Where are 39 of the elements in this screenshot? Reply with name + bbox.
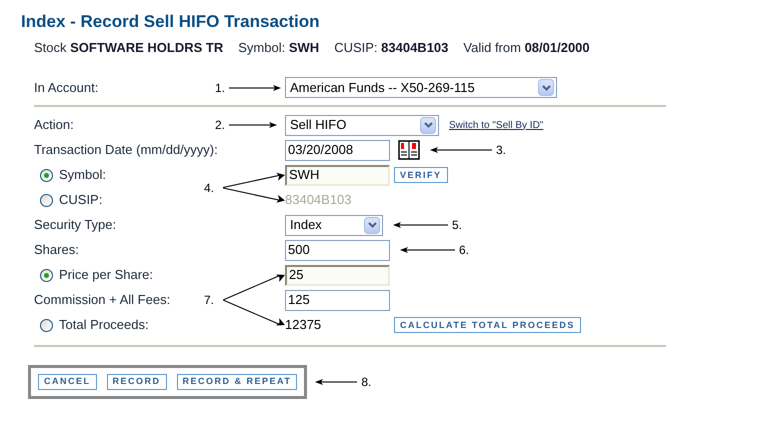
switch-link[interactable]: Switch to "Sell By ID" xyxy=(449,118,544,132)
callout-number: 4. xyxy=(204,180,214,196)
input-field[interactable]: SWH xyxy=(285,164,390,186)
callout-number: 1. xyxy=(215,80,226,96)
callout-number: 7. xyxy=(204,292,214,309)
field-label: CUSIP: xyxy=(59,191,102,210)
action-button[interactable]: RECORD & REPEAT xyxy=(176,374,298,390)
field-label: Action: xyxy=(34,116,74,134)
callout-number: 6. xyxy=(459,242,470,259)
field-label: Total Proceeds: xyxy=(59,316,149,334)
callout-number: 8. xyxy=(361,374,372,390)
callout-number: 2. xyxy=(214,117,225,134)
field-label: Shares: xyxy=(34,241,79,260)
field-label: Security Type: xyxy=(34,216,116,234)
field-label: Symbol: xyxy=(59,166,106,184)
callout-number: 5. xyxy=(452,217,462,234)
stock-info: Symbol: SWH xyxy=(238,39,320,57)
stock-info: Valid from 08/01/2000 xyxy=(463,39,590,57)
input-field[interactable]: 25 xyxy=(285,264,390,286)
stock-info: CUSIP: 83404B103 xyxy=(334,39,448,57)
action-button[interactable]: RECORD xyxy=(106,374,167,390)
action-button[interactable]: VERIFY xyxy=(394,167,448,183)
field-label: In Account: xyxy=(34,78,100,97)
page-title: Index - Record Sell HIFO Transaction xyxy=(21,11,320,33)
field-value: 12375 xyxy=(285,316,322,334)
dropdown[interactable]: Index xyxy=(285,214,383,236)
dropdown[interactable]: Sell HIFO xyxy=(285,114,439,136)
action-button[interactable]: CANCEL xyxy=(38,374,96,390)
input-field[interactable]: 03/20/2008 xyxy=(285,140,390,160)
field-label: Commission + All Fees: xyxy=(34,291,170,310)
field-label: Transaction Date (mm/dd/yyyy): xyxy=(34,141,218,160)
dropdown[interactable]: American Funds -- X50-269-115 xyxy=(285,77,557,98)
callout-number: 3. xyxy=(496,142,506,159)
input-field[interactable]: 500 xyxy=(285,240,390,260)
field-value: 83404B103 xyxy=(285,191,353,210)
stock-info: Stock SOFTWARE HOLDRS TR xyxy=(34,39,224,57)
field-label: Price per Share: xyxy=(59,266,153,284)
input-field[interactable]: 125 xyxy=(285,290,390,310)
action-button[interactable]: CALCULATE TOTAL PROCEEDS xyxy=(394,317,581,333)
